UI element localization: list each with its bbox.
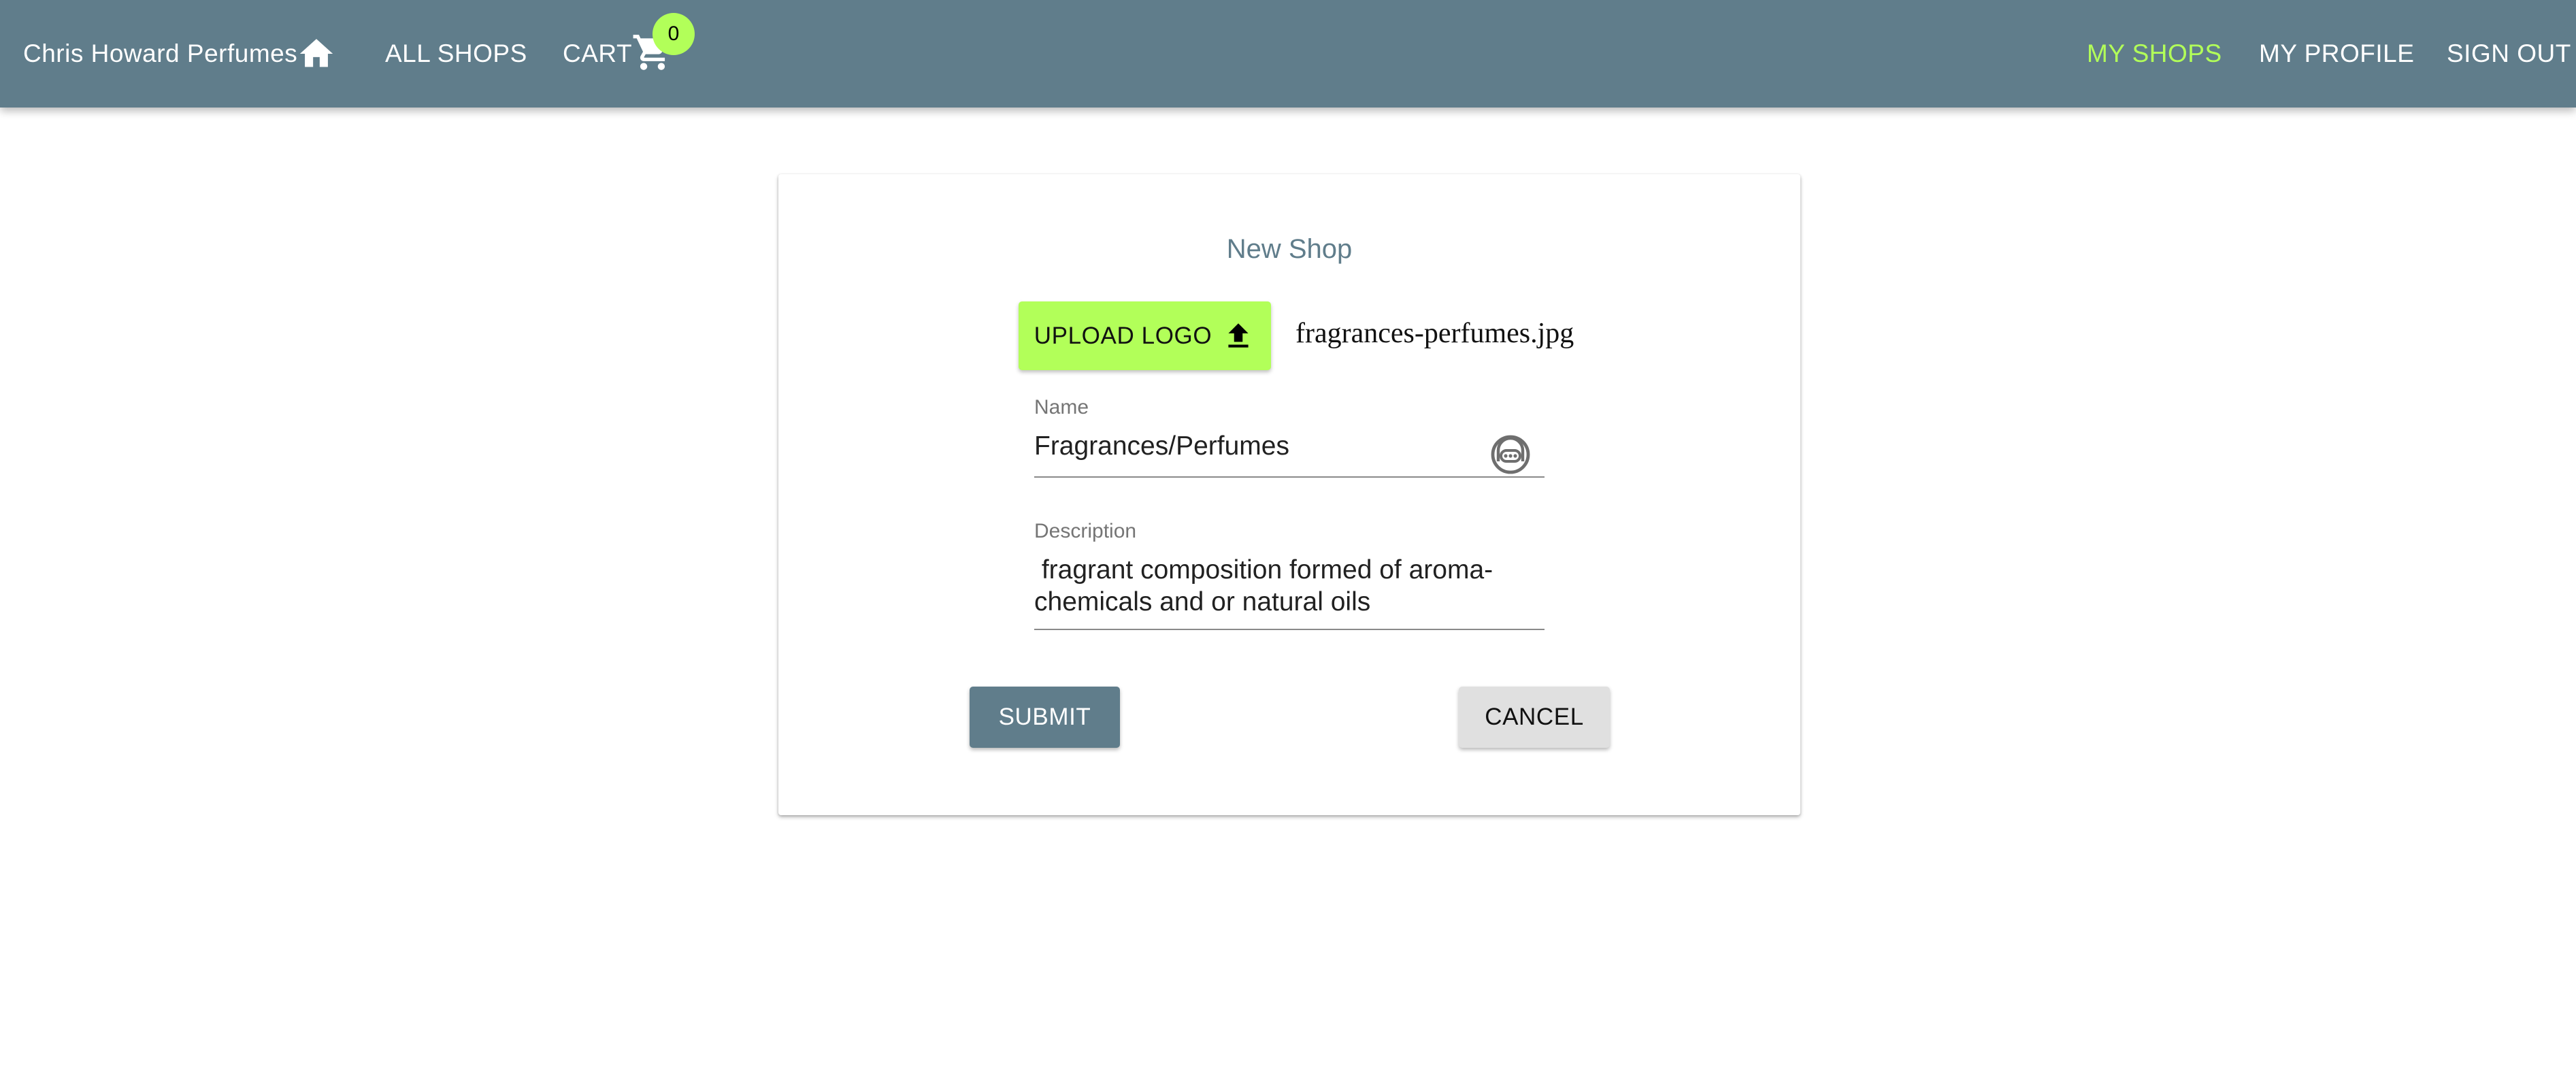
upload-logo-label: UPLOAD LOGO: [1034, 322, 1212, 349]
uploaded-file-name: fragrances-perfumes.jpg: [1295, 318, 1574, 349]
submit-button[interactable]: SUBMIT: [970, 687, 1120, 748]
nav-cart[interactable]: CART: [563, 0, 632, 108]
nav-sign-out[interactable]: SIGN OUT: [2447, 0, 2571, 108]
password-manager-icon[interactable]: [1489, 433, 1532, 476]
nav-all-shops[interactable]: ALL SHOPS: [385, 0, 527, 108]
description-field-label: Description: [1034, 520, 1137, 542]
upload-icon: [1228, 323, 1249, 348]
home-icon: [299, 39, 333, 67]
app-bar: Chris Howard Perfumes ALL SHOPS CART 0 M…: [0, 0, 2576, 108]
upload-logo-button[interactable]: UPLOAD LOGO: [1019, 301, 1271, 370]
description-input[interactable]: fragrant composition formed of aroma-che…: [1034, 553, 1545, 630]
brand-title: Chris Howard Perfumes: [23, 39, 298, 67]
nav-my-profile[interactable]: MY PROFILE: [2259, 0, 2414, 108]
page-title: New Shop: [1226, 234, 1353, 264]
cancel-button[interactable]: CANCEL: [1459, 687, 1610, 748]
cart-count-badge: 0: [653, 13, 695, 55]
name-input[interactable]: [1034, 426, 1545, 478]
name-field-label: Name: [1034, 396, 1089, 418]
nav-my-shops[interactable]: MY SHOPS: [2087, 0, 2222, 108]
home-button[interactable]: [294, 0, 339, 108]
new-shop-card: New Shop UPLOAD LOGO fragrances-perfumes…: [778, 174, 1800, 815]
